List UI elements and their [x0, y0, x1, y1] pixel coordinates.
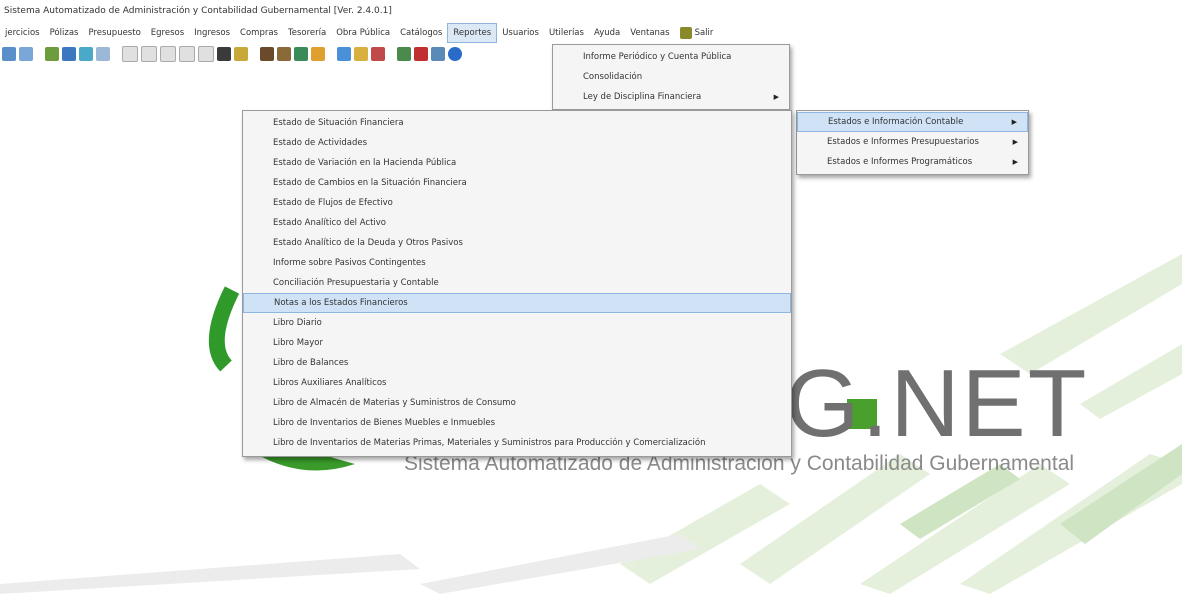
- menu-catalogos[interactable]: Catálogos: [395, 23, 447, 43]
- menu-item-estados-contable[interactable]: Estados e Información Contable ▶: [797, 112, 1028, 132]
- menu-item-informe-periodico[interactable]: Informe Periódico y Cuenta Pública: [553, 47, 789, 67]
- grid-icon[interactable]: [96, 47, 110, 61]
- menu-salir[interactable]: Salir: [675, 23, 719, 43]
- menu-item-report[interactable]: Estado de Cambios en la Situación Financ…: [243, 173, 791, 193]
- menu-item-ley-disciplina[interactable]: Ley de Disciplina Financiera ▶: [553, 87, 789, 107]
- menu-tesoreria[interactable]: Tesorería: [283, 23, 331, 43]
- menu-item-report[interactable]: Libro Mayor: [243, 333, 791, 353]
- menu-item-consolidacion[interactable]: Consolidación: [553, 67, 789, 87]
- menu-presupuesto[interactable]: Presupuesto: [83, 23, 145, 43]
- menu-item-notas-estados-financieros[interactable]: Notas a los Estados Financieros: [243, 293, 791, 313]
- menu-item-label: Estados e Información Contable: [828, 117, 964, 127]
- menu-item-label: Consolidación: [583, 72, 643, 82]
- exit-icon: [679, 26, 692, 39]
- transfer-icon[interactable]: [62, 47, 76, 61]
- menu-item-report[interactable]: Informe sobre Pasivos Contingentes: [243, 253, 791, 273]
- menu-item-label: Libro de Almacén de Materias y Suministr…: [273, 398, 516, 408]
- new-icon[interactable]: [2, 47, 16, 61]
- window-icon[interactable]: [198, 46, 214, 62]
- menu-usuarios[interactable]: Usuarios: [497, 23, 544, 43]
- menu-reportes[interactable]: Reportes: [447, 23, 498, 43]
- menu-item-label: Estado Analítico de la Deuda y Otros Pas…: [273, 238, 463, 248]
- book-icon[interactable]: [260, 47, 274, 61]
- window-icon[interactable]: [122, 46, 138, 62]
- help-icon[interactable]: [448, 47, 462, 61]
- menu-item-estados-presupuestarios[interactable]: Estados e Informes Presupuestarios ▶: [797, 132, 1028, 152]
- menu-item-label: Notas a los Estados Financieros: [274, 298, 408, 308]
- menu-item-report[interactable]: Libro de Balances: [243, 353, 791, 373]
- coins-icon[interactable]: [311, 47, 325, 61]
- calendar-icon[interactable]: [79, 47, 93, 61]
- menu-item-label: Libro de Balances: [273, 358, 349, 368]
- menu-item-label: Estado Analítico del Activo: [273, 218, 386, 228]
- window-icon[interactable]: [141, 46, 157, 62]
- menu-item-label: Libro Diario: [273, 318, 322, 328]
- import-icon[interactable]: [45, 47, 59, 61]
- logo-arc: [208, 286, 240, 372]
- menu-item-report[interactable]: Estado de Situación Financiera: [243, 113, 791, 133]
- menu-utilerias[interactable]: Utilerías: [544, 23, 589, 43]
- menu-item-estados-programaticos[interactable]: Estados e Informes Programáticos ▶: [797, 152, 1028, 172]
- report-icon[interactable]: [337, 47, 351, 61]
- menu-compras[interactable]: Compras: [235, 23, 283, 43]
- menu-obra-publica[interactable]: Obra Pública: [331, 23, 395, 43]
- menu-item-label: Libro Mayor: [273, 338, 323, 348]
- menu-ingresos[interactable]: Ingresos: [189, 23, 235, 43]
- menu-salir-label: Salir: [694, 28, 714, 38]
- menu-item-label: Libro de Inventarios de Bienes Muebles e…: [273, 418, 496, 428]
- logo-text: G.NET: [785, 350, 1089, 457]
- menu-item-label: Ley de Disciplina Financiera: [583, 92, 702, 102]
- save-icon[interactable]: [431, 47, 445, 61]
- shield-icon[interactable]: [371, 47, 385, 61]
- menu-item-label: Estados e Informes Presupuestarios: [827, 137, 979, 147]
- menu-item-report[interactable]: Estado de Actividades: [243, 133, 791, 153]
- menu-item-report[interactable]: Libro de Almacén de Materias y Suministr…: [243, 393, 791, 413]
- estados-contables-submenu: Estado de Situación Financiera Estado de…: [242, 110, 792, 457]
- menu-item-label: Libro de Inventarios de Materias Primas,…: [273, 438, 706, 448]
- submenu-arrow-icon: ▶: [1012, 158, 1018, 166]
- menu-item-label: Estado de Cambios en la Situación Financ…: [273, 178, 467, 188]
- tools-icon[interactable]: [354, 47, 368, 61]
- menu-egresos[interactable]: Egresos: [146, 23, 189, 43]
- menu-item-label: Estado de Situación Financiera: [273, 118, 404, 128]
- menu-polizas[interactable]: Pólizas: [45, 23, 84, 43]
- window-icon[interactable]: [160, 46, 176, 62]
- menu-item-report[interactable]: Libro de Inventarios de Materias Primas,…: [243, 433, 791, 453]
- reportes-dropdown: Informe Periódico y Cuenta Pública Conso…: [552, 44, 790, 110]
- tool-icon[interactable]: [234, 47, 248, 61]
- menu-item-report[interactable]: Libro Diario: [243, 313, 791, 333]
- window-icon[interactable]: [179, 46, 195, 62]
- estados-submenu: Estados e Información Contable ▶ Estados …: [796, 110, 1029, 175]
- menu-item-label: Estado de Flujos de Efectivo: [273, 198, 393, 208]
- menu-item-label: Libros Auxiliares Analíticos: [273, 378, 387, 388]
- menu-item-report[interactable]: Estado de Flujos de Efectivo: [243, 193, 791, 213]
- menu-item-report[interactable]: Estado Analítico del Activo: [243, 213, 791, 233]
- menu-ventanas[interactable]: Ventanas: [625, 23, 674, 43]
- tree-icon[interactable]: [397, 47, 411, 61]
- menu-item-label: Informe Periódico y Cuenta Pública: [583, 52, 732, 62]
- window-title: Sistema Automatizado de Administración y…: [0, 0, 1182, 22]
- menu-item-report[interactable]: Conciliación Presupuestaria y Contable: [243, 273, 791, 293]
- menu-item-report[interactable]: Estado de Variación en la Hacienda Públi…: [243, 153, 791, 173]
- menu-item-label: Conciliación Presupuestaria y Contable: [273, 278, 439, 288]
- menu-ayuda[interactable]: Ayuda: [589, 23, 625, 43]
- submenu-arrow-icon: ▶: [1012, 138, 1018, 146]
- paint-icon[interactable]: [277, 47, 291, 61]
- menu-item-label: Estados e Informes Programáticos: [827, 157, 973, 167]
- menu-item-label: Informe sobre Pasivos Contingentes: [273, 258, 426, 268]
- menu-bar: jercicios Pólizas Presupuesto Egresos In…: [0, 22, 1182, 44]
- submenu-arrow-icon: ▶: [773, 93, 779, 101]
- menu-ejercicios[interactable]: jercicios: [0, 23, 45, 43]
- chart-icon[interactable]: [294, 47, 308, 61]
- color-icon[interactable]: [414, 47, 428, 61]
- menu-item-label: Estado de Actividades: [273, 138, 368, 148]
- menu-item-label: Estado de Variación en la Hacienda Públi…: [273, 158, 457, 168]
- menu-item-report[interactable]: Libros Auxiliares Analíticos: [243, 373, 791, 393]
- menu-item-report[interactable]: Estado Analítico de la Deuda y Otros Pas…: [243, 233, 791, 253]
- submenu-arrow-icon: ▶: [1011, 118, 1017, 126]
- dark-box-icon[interactable]: [217, 47, 231, 61]
- document-icon[interactable]: [19, 47, 33, 61]
- menu-item-report[interactable]: Libro de Inventarios de Bienes Muebles e…: [243, 413, 791, 433]
